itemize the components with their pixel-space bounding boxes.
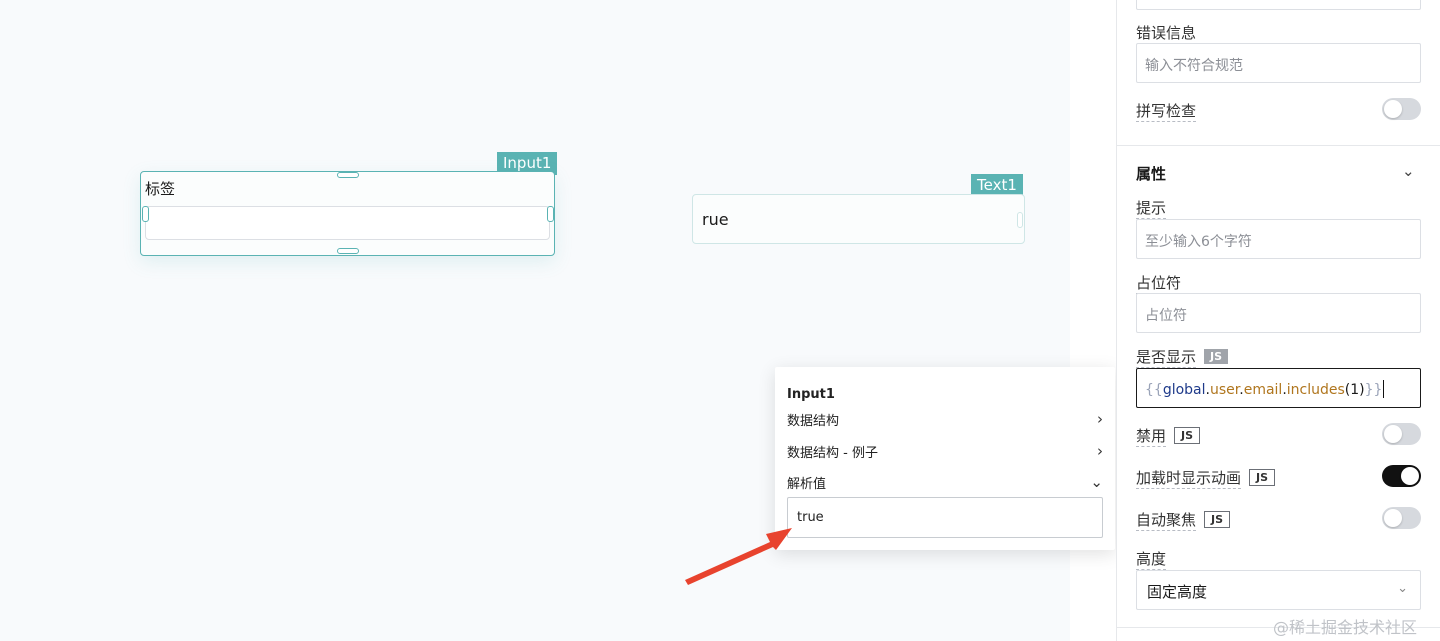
resize-handle-bottom[interactable] <box>337 248 359 254</box>
popover-row-data-structure[interactable]: 数据结构 › <box>787 410 1103 432</box>
js-badge[interactable]: JS <box>1249 469 1276 486</box>
text-caret <box>1383 380 1385 398</box>
chevron-right-icon: › <box>1097 442 1103 460</box>
hint-label: 提示 <box>1136 199 1167 219</box>
autofocus-toggle[interactable] <box>1382 507 1421 529</box>
visible-code-input[interactable]: {{global.user.email.includes(1)}} <box>1136 368 1421 408</box>
popover-row-data-structure-example[interactable]: 数据结构 - 例子 › <box>787 442 1103 464</box>
resize-handle-right[interactable] <box>547 206 554 222</box>
popover-row-label: 数据结构 <box>787 414 840 429</box>
chevron-down-icon: ⌄ <box>1397 581 1408 596</box>
text1-value: rue <box>702 210 729 229</box>
placeholder-label: 占位符 <box>1136 274 1182 294</box>
height-label: 高度 <box>1136 550 1167 570</box>
disabled-label: 禁用 JS <box>1136 425 1201 447</box>
spellcheck-label: 拼写检查 <box>1136 102 1197 122</box>
spellcheck-toggle[interactable] <box>1382 98 1421 120</box>
resize-handle-left[interactable] <box>142 206 149 222</box>
evaluation-popover: Input1 数据结构 › 数据结构 - 例子 › 解析值 ⌄ true <box>775 367 1115 550</box>
input1-field[interactable] <box>145 206 550 240</box>
input1-label: 标签 <box>145 180 176 198</box>
input1-widget[interactable]: 标签 <box>140 171 555 256</box>
hint-input[interactable]: 至少输入6个字符 <box>1136 219 1421 259</box>
height-select-value: 固定高度 <box>1147 583 1208 601</box>
autofocus-label: 自动聚焦 JS <box>1136 509 1231 531</box>
resize-handle-right[interactable] <box>1017 212 1023 228</box>
error-info-input[interactable]: 输入不符合规范 <box>1136 43 1421 83</box>
annotation-arrow-icon <box>685 528 792 585</box>
chevron-down-icon[interactable]: ⌄ <box>1402 162 1415 180</box>
text1-widget[interactable]: rue <box>692 194 1025 244</box>
chevron-right-icon: › <box>1097 410 1103 428</box>
visible-label: 是否显示 JS <box>1136 346 1229 368</box>
watermark: @稀土掘金技术社区 <box>1273 618 1418 637</box>
resize-handle-top[interactable] <box>337 172 359 178</box>
attributes-section-title[interactable]: 属性 <box>1136 163 1166 184</box>
top-field-partial[interactable] <box>1136 0 1421 10</box>
disabled-toggle[interactable] <box>1382 423 1421 445</box>
error-info-label: 错误信息 <box>1136 24 1197 42</box>
popover-row-label: 数据结构 - 例子 <box>787 446 878 461</box>
section-divider <box>1117 145 1440 146</box>
popover-row-evaluated-value[interactable]: 解析值 ⌄ <box>787 473 1103 495</box>
height-select[interactable]: 固定高度 ⌄ <box>1136 570 1421 610</box>
popover-row-label: 解析值 <box>787 477 827 492</box>
popover-title: Input1 <box>787 387 835 402</box>
loading-anim-label: 加载时显示动画 JS <box>1136 467 1276 489</box>
js-badge[interactable]: JS <box>1204 349 1229 364</box>
js-badge[interactable]: JS <box>1204 511 1231 528</box>
evaluated-value-box: true <box>787 497 1103 538</box>
loading-anim-toggle[interactable] <box>1382 465 1421 487</box>
chevron-down-icon: ⌄ <box>1090 473 1103 491</box>
placeholder-input[interactable]: 占位符 <box>1136 293 1421 333</box>
js-badge[interactable]: JS <box>1174 427 1201 444</box>
